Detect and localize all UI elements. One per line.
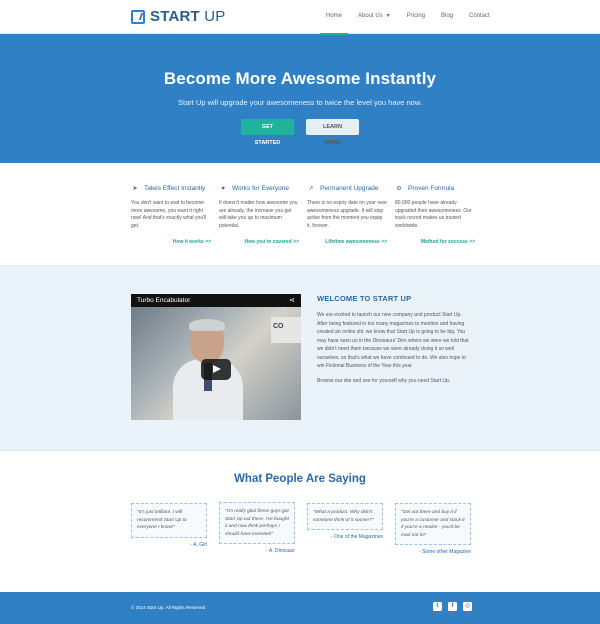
feature-text: It doesn't matter how awesome you are al… [219, 200, 298, 229]
feature-item: ⚙ Proven Formula 80,000 people have alrea… [395, 185, 475, 245]
hero-subtitle: Start Up will upgrade your awesomeness t… [178, 98, 422, 107]
play-icon[interactable] [201, 359, 231, 380]
feature-link[interactable]: How you're covered >> [244, 239, 299, 245]
site-footer: © 2014 Start Up. All Rights Reserved. t … [0, 592, 600, 624]
feature-text: There is no expiry date on your new awes… [307, 200, 387, 229]
testimonial-quote: "It's just brilliant. I will recommend S… [131, 503, 207, 538]
welcome-paragraph: We are excited to launch our new company… [317, 312, 469, 369]
video-title: Turbo Encabulator [137, 297, 191, 304]
site-header: START UP Home About Us ▼ Pricing Blog Con… [0, 0, 600, 35]
hero-section: Become More Awesome Instantly Start Up w… [0, 34, 600, 163]
feature-title: ♥ Works for Everyone [219, 185, 299, 192]
chart-icon: ↗ [308, 186, 314, 192]
hero-title: Become More Awesome Instantly [163, 69, 437, 88]
testimonial-quote: "I'm really glad these guys got Start Up… [219, 502, 295, 544]
testimonial-quote: "Get out there and buy it if you're a cu… [395, 503, 471, 545]
chevron-down-icon: ▼ [385, 13, 391, 19]
video-title-bar: Turbo Encabulator ⋖ [131, 294, 301, 307]
share-icon[interactable]: ⋖ [289, 294, 295, 307]
testimonial-item: "What a product. Why didn't someone thin… [307, 503, 383, 540]
twitter-icon[interactable]: t [433, 602, 442, 611]
feature-text: 80,000 people have already upgraded thei… [395, 200, 472, 229]
instagram-icon[interactable]: ◎ [463, 602, 472, 611]
logo-text: START UP [150, 8, 226, 25]
video-player[interactable]: Turbo Encabulator ⋖ CO [131, 294, 301, 420]
presenter-hair [189, 319, 225, 331]
testimonial-author: - One of the Magazines [331, 534, 383, 540]
logo-icon [131, 9, 145, 24]
testimonial-author: - A. Dinosaur [266, 548, 295, 554]
send-icon: ➤ [132, 186, 138, 192]
social-links: t f ◎ [433, 602, 472, 611]
nav-blog[interactable]: Blog [433, 0, 461, 34]
features-section: ➤ Takes Effect Instantly You don't want t… [0, 163, 600, 266]
feature-link[interactable]: How it works >> [173, 239, 211, 245]
nav-about-us[interactable]: About Us ▼ [350, 0, 399, 34]
welcome-paragraph: Browse our site and see for yourself why… [317, 377, 451, 384]
video-sign: CO [271, 317, 301, 343]
testimonial-author: - A. Girl [190, 541, 207, 548]
feature-title: ➤ Takes Effect Instantly [132, 185, 206, 192]
feature-title: ↗ Permanent Upgrade [308, 185, 379, 192]
learn-more-button[interactable]: LEARN MORE [306, 119, 359, 146]
logo[interactable]: START UP [131, 8, 226, 25]
hero-buttons: GET STARTED LEARN MORE [0, 119, 600, 146]
testimonials-heading: What People Are Saying [234, 473, 366, 485]
video-thumbnail: CO [131, 307, 301, 420]
feature-item: ➤ Takes Effect Instantly You don't want t… [131, 185, 211, 245]
copyright-text: © 2014 Start Up. All Rights Reserved. [131, 605, 207, 610]
facebook-icon[interactable]: f [448, 602, 457, 611]
welcome-heading: WELCOME TO START UP [317, 294, 412, 303]
testimonials-section: What People Are Saying "It's just brilli… [0, 451, 600, 592]
testimonial-quote: "What a product. Why didn't someone thin… [307, 503, 383, 530]
feature-item: ↗ Permanent Upgrade There is no expiry da… [307, 185, 387, 245]
heart-icon: ♥ [221, 185, 225, 192]
nav-pricing[interactable]: Pricing [399, 0, 433, 34]
feature-link[interactable]: Lifetime awesomeness >> [325, 239, 387, 245]
nav-home[interactable]: Home [318, 0, 350, 35]
feature-title: ⚙ Proven Formula [396, 185, 455, 192]
testimonial-item: "Get out there and buy it if you're a cu… [395, 503, 471, 555]
gears-icon: ⚙ [396, 186, 402, 192]
get-started-button[interactable]: GET STARTED [241, 119, 294, 146]
welcome-section: Turbo Encabulator ⋖ CO WELCOME TO START … [0, 266, 600, 451]
feature-link[interactable]: Method for success >> [421, 239, 475, 245]
testimonial-item: "I'm really glad these guys got Start Up… [219, 502, 295, 554]
testimonial-author: - Some other Magazine [419, 549, 471, 555]
feature-text: You don't want to wait to become more aw… [131, 200, 207, 229]
nav-contact[interactable]: Contact [461, 0, 498, 34]
main-nav: Home About Us ▼ Pricing Blog Contact [318, 0, 498, 35]
welcome-text: WELCOME TO START UP We are excited to la… [317, 294, 473, 385]
feature-item: ♥ Works for Everyone It doesn't matter ho… [219, 185, 299, 245]
testimonial-item: "It's just brilliant. I will recommend S… [131, 503, 207, 548]
